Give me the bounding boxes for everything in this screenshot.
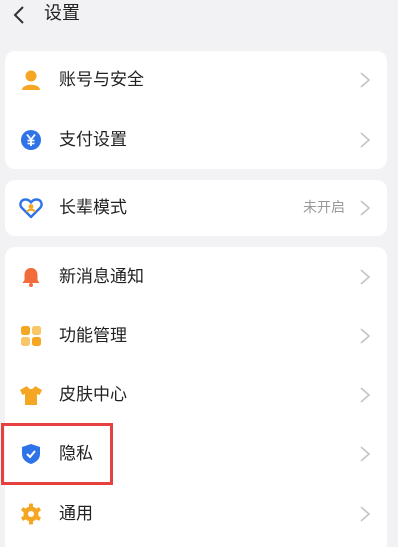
chevron-right-icon: [360, 387, 371, 403]
settings-item-account-security[interactable]: 账号与安全: [5, 51, 387, 109]
chevron-right-icon: [360, 200, 371, 216]
chevron-right-icon: [360, 72, 371, 88]
settings-item-label: 通用: [59, 504, 93, 524]
settings-item-label: 账号与安全: [59, 70, 144, 90]
chevron-right-icon: [360, 269, 371, 285]
settings-item-privacy[interactable]: 隐私: [5, 425, 387, 483]
settings-group-elder: 长辈模式 未开启: [5, 180, 387, 236]
settings-item-label: 新消息通知: [59, 267, 144, 287]
back-button[interactable]: [4, 2, 34, 28]
grid-icon: [19, 324, 43, 348]
chevron-left-icon[interactable]: [13, 5, 25, 25]
settings-item-label: 功能管理: [59, 326, 127, 346]
shield-check-icon: [19, 442, 43, 466]
settings-item-label: 皮肤中心: [59, 385, 127, 405]
settings-item-elder-mode[interactable]: 长辈模式 未开启: [5, 179, 387, 237]
gear-icon: [19, 502, 43, 526]
settings-item-payment[interactable]: 支付设置: [5, 111, 387, 169]
status-value: 未开启: [303, 200, 345, 216]
tshirt-icon: [19, 383, 43, 407]
settings-item-feature-management[interactable]: 功能管理: [5, 307, 387, 365]
settings-group-account: 账号与安全 支付设置: [5, 51, 387, 169]
settings-item-general[interactable]: 通用: [5, 485, 387, 543]
bell-icon: [19, 265, 43, 289]
chevron-right-icon: [360, 328, 371, 344]
user-icon: [19, 68, 43, 92]
settings-group-general: 新消息通知 功能管理 皮肤中心 隐私 通用: [5, 247, 387, 547]
settings-item-label: 长辈模式: [59, 198, 127, 218]
settings-item-label: 支付设置: [59, 130, 127, 150]
heart-people-icon: [19, 196, 43, 220]
page-title: 设置: [44, 3, 80, 24]
settings-screen: 设置 账号与安全 支付设置 长辈模式 未开启 新消息通知 功能管理 皮肤中心 隐…: [0, 0, 398, 547]
settings-item-label: 隐私: [59, 444, 93, 464]
yuan-icon: [19, 128, 43, 152]
settings-item-skin-center[interactable]: 皮肤中心: [5, 366, 387, 424]
settings-item-notifications[interactable]: 新消息通知: [5, 248, 387, 306]
header: 设置: [0, 0, 398, 34]
chevron-right-icon: [360, 446, 371, 462]
chevron-right-icon: [360, 132, 371, 148]
chevron-right-icon: [360, 506, 371, 522]
